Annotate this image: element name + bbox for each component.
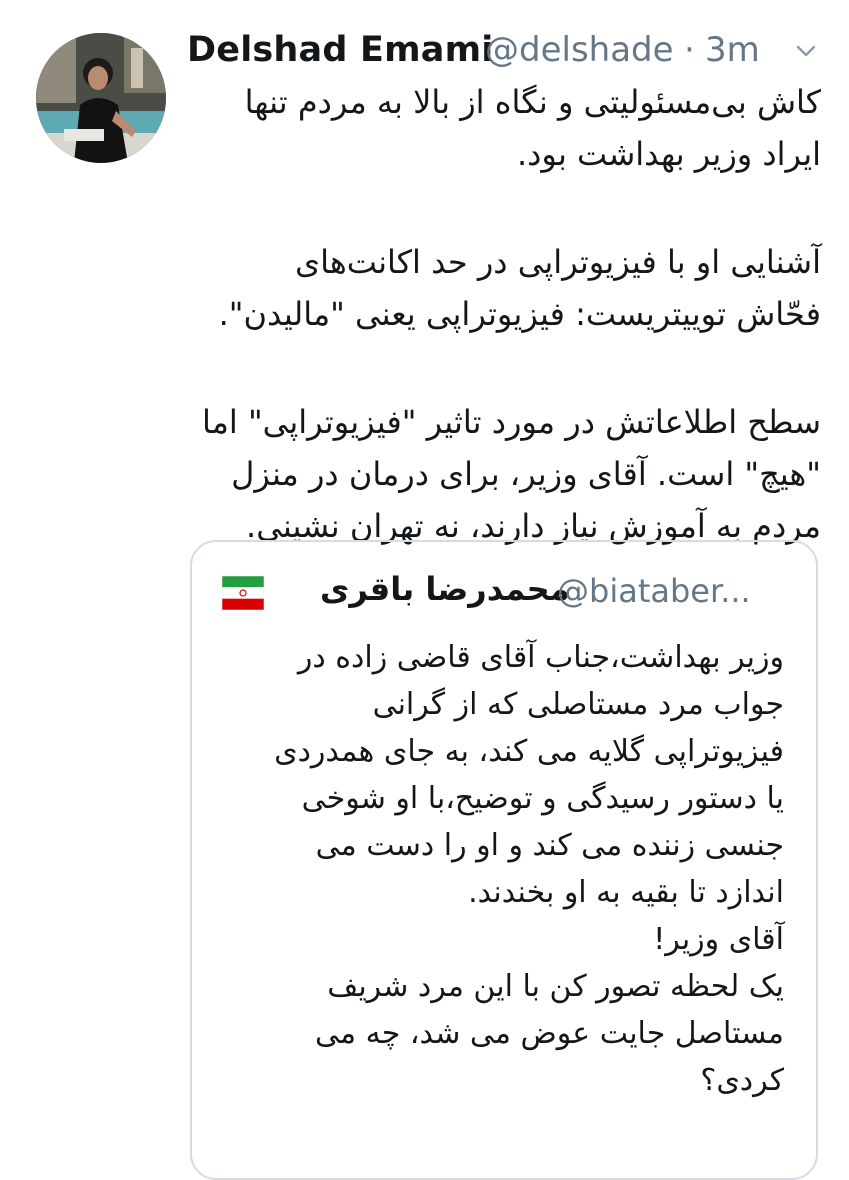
quoted-tweet-body: وزیر بهداشت،جناب آقای قاضی زاده در جواب … — [216, 634, 784, 1104]
tweet-line: کاش بی‌مسئولیتی و نگاه از بالا به مردم ت… — [244, 83, 821, 121]
quoted-line: کردی؟ — [700, 1063, 784, 1098]
separator-dot: · — [684, 30, 695, 70]
quoted-line: یک لحظه تصور کن با این مرد شریف — [327, 969, 784, 1004]
quoted-line: آقای وزیر! — [653, 922, 784, 957]
quoted-line: اندازد تا بقیه به او بخندند. — [468, 875, 784, 910]
chevron-down-icon[interactable] — [795, 40, 817, 62]
tweet-line: فحّاش توییتریست: فیزیوتراپی یعنی "مالیدن… — [218, 295, 821, 333]
quoted-line: وزیر بهداشت،جناب آقای قاضی زاده در — [297, 640, 784, 675]
tweet-body: کاش بی‌مسئولیتی و نگاه از بالا به مردم ت… — [187, 76, 821, 552]
quoted-author-handle[interactable]: @biataber... — [557, 572, 751, 610]
quoted-line: مستاصل جایت عوض می شد، چه می — [315, 1016, 784, 1051]
quoted-tweet[interactable]: محمدرضا باقری @biataber... وزیر بهداشت،ج… — [190, 540, 818, 1180]
tweet-header: Delshad Emami @delshade · 3m — [187, 26, 827, 72]
author-avatar[interactable] — [36, 33, 166, 163]
tweet-line: سطح اطلاعاتش در مورد تاثیر "فیزیوتراپی" … — [202, 403, 821, 441]
quoted-line: جواب مرد مستاصلی که از گرانی — [372, 687, 784, 722]
author-name[interactable]: Delshad Emami — [187, 30, 493, 70]
author-handle[interactable]: @delshade — [485, 30, 674, 70]
quoted-author-name[interactable]: محمدرضا باقری — [320, 570, 570, 608]
quoted-line: یا دستور رسیدگی و توضیح،با او شوخی — [301, 781, 784, 816]
quoted-tweet-header: محمدرضا باقری @biataber... — [222, 570, 782, 618]
tweet-line: "هیچ" است. آقای وزیر، برای درمان در منزل — [231, 455, 821, 493]
quoted-line: جنسی زننده می کند و او را دست می — [315, 828, 784, 863]
iran-flag-icon — [222, 576, 264, 610]
tweet-timestamp[interactable]: 3m — [705, 30, 760, 70]
quoted-line: فیزیوتراپی گلایه می کند، به جای همدردی — [274, 734, 784, 769]
tweet-line: آشنایی او با فیزیوتراپی در حد اکانت‌های — [295, 243, 821, 281]
tweet-line: ایراد وزیر بهداشت بود. — [516, 135, 821, 173]
